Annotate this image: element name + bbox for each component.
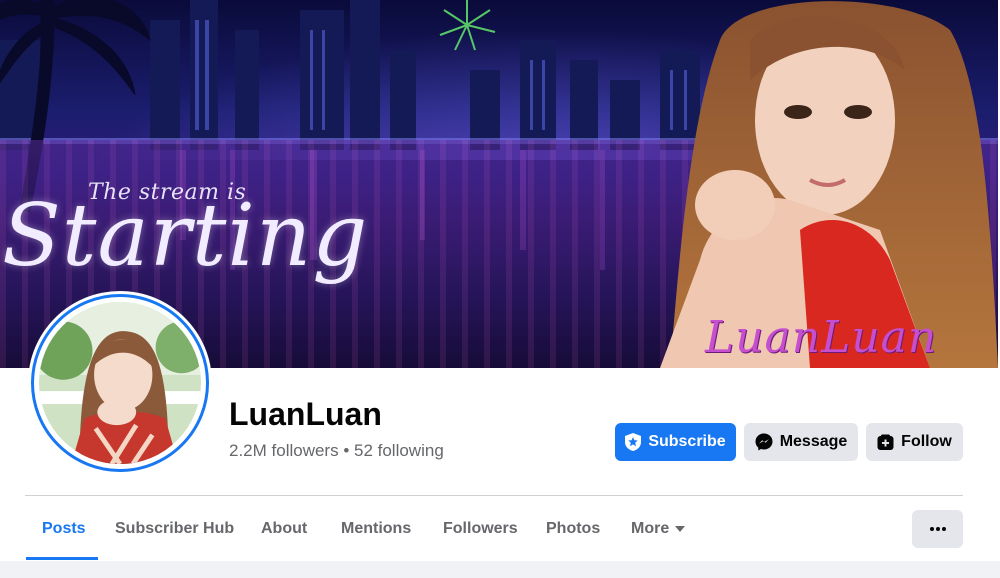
message-button[interactable]: Message xyxy=(744,423,858,461)
followers-following-count[interactable]: 2.2M followers • 52 following xyxy=(229,441,444,461)
page-background-band xyxy=(0,561,1000,578)
tab-more[interactable]: More xyxy=(631,506,686,552)
tab-mentions[interactable]: Mentions xyxy=(341,506,411,552)
cover-watermark: LuanLuan xyxy=(705,312,938,363)
active-tab-indicator xyxy=(26,557,98,560)
tab-photos-label: Photos xyxy=(546,520,601,537)
more-options-button[interactable] xyxy=(912,510,963,548)
avatar-ring xyxy=(31,294,209,472)
tab-about-label: About xyxy=(261,520,308,537)
tab-followers-label: Followers xyxy=(443,520,518,537)
messenger-icon xyxy=(755,433,773,451)
shield-star-icon xyxy=(625,433,642,451)
message-label: Message xyxy=(779,433,848,450)
tab-mentions-label: Mentions xyxy=(341,520,412,537)
tab-more-label: More xyxy=(631,520,670,537)
profile-name: LuanLuan xyxy=(229,396,382,432)
cover-starting-text: Starting xyxy=(2,186,369,286)
tab-photos[interactable]: Photos xyxy=(546,506,600,552)
tab-posts[interactable]: Posts xyxy=(42,506,86,552)
chevron-down-icon xyxy=(675,525,686,532)
tab-followers[interactable]: Followers xyxy=(443,506,518,552)
avatar-photo xyxy=(39,302,201,464)
follow-button[interactable]: Follow xyxy=(866,423,963,461)
subscribe-label: Subscribe xyxy=(648,433,726,450)
tab-posts-label: Posts xyxy=(42,520,86,537)
tab-subscriber-hub-label: Subscriber Hub xyxy=(115,520,235,537)
subscribe-button[interactable]: Subscribe xyxy=(615,423,736,461)
tab-subscriber-hub[interactable]: Subscriber Hub xyxy=(115,506,234,552)
more-dots-icon xyxy=(929,527,946,531)
follow-plus-icon xyxy=(877,434,894,450)
profile-avatar[interactable] xyxy=(28,291,212,475)
header-divider xyxy=(25,495,963,496)
follow-label: Follow xyxy=(901,433,952,450)
tab-about[interactable]: About xyxy=(261,506,307,552)
